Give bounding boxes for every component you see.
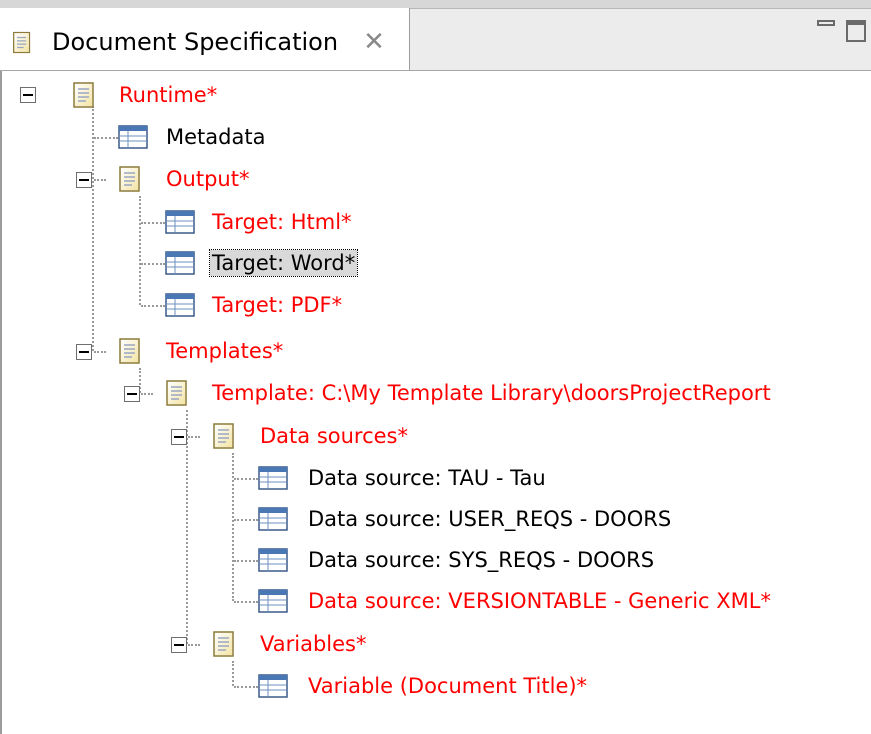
tree-connector — [234, 601, 258, 603]
collapse-icon[interactable] — [76, 344, 92, 360]
tree-connector — [94, 179, 106, 181]
table-icon — [165, 210, 195, 234]
table-icon — [165, 293, 195, 317]
tree-connector — [234, 478, 258, 480]
tree-item-data-source-user-reqs[interactable]: Data source: USER_REQS - DOORS — [308, 506, 671, 532]
tree-connector — [94, 351, 106, 353]
view-tab-bar: Document Specification ✕ — [0, 0, 871, 71]
tree-connector — [141, 393, 153, 395]
close-icon[interactable]: ✕ — [362, 29, 386, 55]
collapse-icon[interactable] — [124, 386, 140, 402]
document-icon — [212, 631, 236, 657]
tree-item-data-source-versiontable[interactable]: Data source: VERSIONTABLE - Generic XML* — [308, 588, 771, 614]
table-icon — [165, 251, 195, 275]
specification-tree[interactable]: Runtime* Metadata Output* Target: Html* … — [0, 71, 871, 734]
tree-connector — [188, 436, 200, 438]
tree-item-data-sources[interactable]: Data sources* — [260, 423, 408, 449]
tree-item-output[interactable]: Output* — [166, 166, 249, 192]
tree-item-data-source-tau[interactable]: Data source: TAU - Tau — [308, 465, 546, 491]
tree-item-target-html[interactable]: Target: Html* — [212, 209, 352, 235]
document-icon — [212, 423, 236, 449]
table-icon — [258, 466, 288, 490]
tree-connector — [94, 137, 118, 139]
tree-connector — [141, 222, 165, 224]
document-specification-view: Document Specification ✕ Runtime* Metada… — [0, 0, 871, 734]
table-icon — [258, 674, 288, 698]
collapse-icon[interactable] — [76, 172, 92, 188]
tree-connector — [92, 106, 94, 351]
tree-item-target-word[interactable]: Target: Word* — [208, 249, 359, 277]
collapse-icon[interactable] — [171, 637, 187, 653]
tree-item-template[interactable]: Template: C:\My Template Library\doorsPr… — [212, 380, 771, 406]
collapse-icon[interactable] — [20, 87, 36, 103]
tree-item-templates[interactable]: Templates* — [166, 338, 283, 364]
tree-item-metadata[interactable]: Metadata — [166, 124, 265, 150]
tree-item-variables[interactable]: Variables* — [260, 631, 366, 657]
tree-item-data-source-sys-reqs[interactable]: Data source: SYS_REQS - DOORS — [308, 547, 654, 573]
maximize-icon[interactable] — [846, 20, 866, 42]
tree-item-runtime[interactable]: Runtime* — [119, 82, 217, 108]
tree-connector — [232, 661, 234, 686]
tree-connector — [234, 686, 258, 688]
tree-connector — [234, 560, 258, 562]
document-icon — [12, 30, 32, 55]
table-icon — [118, 125, 148, 149]
tree-item-target-pdf[interactable]: Target: PDF* — [212, 292, 342, 318]
collapse-icon[interactable] — [171, 429, 187, 445]
table-icon — [258, 589, 288, 613]
document-icon — [118, 338, 142, 364]
tree-connector — [141, 263, 165, 265]
tree-connector — [232, 453, 234, 601]
tree-connector — [139, 196, 141, 305]
table-icon — [258, 507, 288, 531]
tree-connector — [141, 305, 165, 307]
tree-item-variable-document-title[interactable]: Variable (Document Title)* — [308, 673, 587, 699]
minimize-icon[interactable] — [817, 20, 835, 26]
document-icon — [72, 82, 96, 108]
document-icon — [118, 166, 142, 192]
table-icon — [258, 548, 288, 572]
document-icon — [165, 380, 189, 406]
tab-document-specification[interactable]: Document Specification ✕ — [0, 8, 410, 70]
tree-connector — [186, 410, 188, 644]
tree-connector — [188, 644, 200, 646]
tree-connector — [234, 519, 258, 521]
tab-title: Document Specification — [52, 28, 339, 56]
